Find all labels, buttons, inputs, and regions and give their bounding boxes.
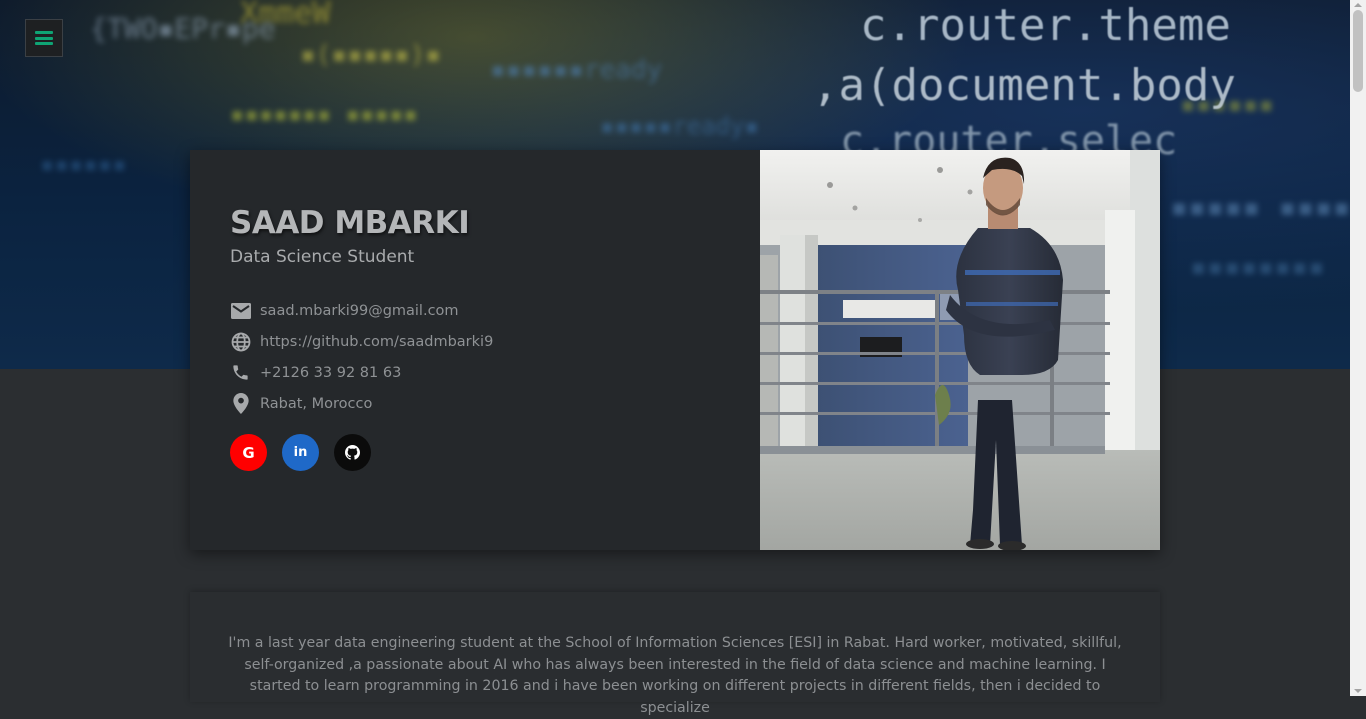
- profile-card: SAAD MBARKI Data Science Student saad.mb…: [190, 150, 1160, 550]
- hero-code-blur-7: ▪▪▪▪▪▪: [40, 150, 127, 178]
- globe-icon: [230, 331, 251, 352]
- contact-phone[interactable]: +2126 33 92 81 63: [230, 357, 493, 388]
- hero-code-blur-9: ▪▪▪▪▪▪▪▪: [1190, 250, 1325, 283]
- email-text: saad.mbarki99@gmail.com: [260, 302, 459, 319]
- hero-code-blur-6: ▪▪▪▪▪ready▪: [600, 112, 759, 140]
- scrollbar-thumb[interactable]: [1353, 10, 1363, 92]
- vertical-scrollbar[interactable]: [1350, 0, 1366, 696]
- hero-code-blur-4: ▪▪▪▪▪▪ready: [490, 55, 663, 85]
- location-pin-icon: [230, 393, 251, 414]
- profile-name: SAAD MBARKI: [230, 205, 470, 241]
- contact-location: Rabat, Morocco: [230, 388, 493, 419]
- website-text: https://github.com/saadmbarki9: [260, 333, 494, 350]
- profile-title: Data Science Student: [230, 247, 415, 267]
- linkedin-icon: in: [293, 445, 308, 460]
- google-icon: G: [242, 443, 255, 462]
- linkedin-button[interactable]: in: [282, 434, 319, 471]
- hamburger-menu-icon: [35, 31, 53, 45]
- about-section: I'm a last year data engineering student…: [190, 592, 1160, 716]
- profile-photo: [760, 150, 1160, 550]
- github-button[interactable]: [334, 434, 371, 471]
- scroll-up-arrow-icon[interactable]: [1354, 3, 1362, 7]
- menu-toggle-button[interactable]: [25, 19, 63, 57]
- contact-list: saad.mbarki99@gmail.com https://github.c…: [230, 295, 493, 419]
- hero-code-blur-8: ▪▪▪▪▪ ▪▪▪▪: [1170, 190, 1350, 225]
- hero-code-blur-2: {TWO▪EPr▪pe: [90, 12, 276, 45]
- scroll-down-arrow-icon[interactable]: [1354, 689, 1362, 693]
- hero-code-blur-5: ▪▪▪▪▪▪▪ ▪▪▪▪▪: [230, 100, 418, 128]
- hero-code-blur-3: ▪(▪▪▪▪▪)▪: [300, 40, 441, 70]
- hero-code-line-2: ,a(document.body: [812, 60, 1236, 111]
- phone-icon: [230, 362, 251, 383]
- phone-text: +2126 33 92 81 63: [260, 364, 402, 381]
- github-icon: [345, 445, 360, 460]
- location-text: Rabat, Morocco: [260, 395, 373, 412]
- contact-email[interactable]: saad.mbarki99@gmail.com: [230, 295, 493, 326]
- email-icon: [230, 300, 251, 321]
- social-links: G in: [230, 434, 386, 471]
- google-button[interactable]: G: [230, 434, 267, 471]
- contact-website[interactable]: https://github.com/saadmbarki9: [230, 326, 493, 357]
- about-text: I'm a last year data engineering student…: [228, 635, 1122, 716]
- hero-code-line-1: c.router.theme: [860, 0, 1231, 51]
